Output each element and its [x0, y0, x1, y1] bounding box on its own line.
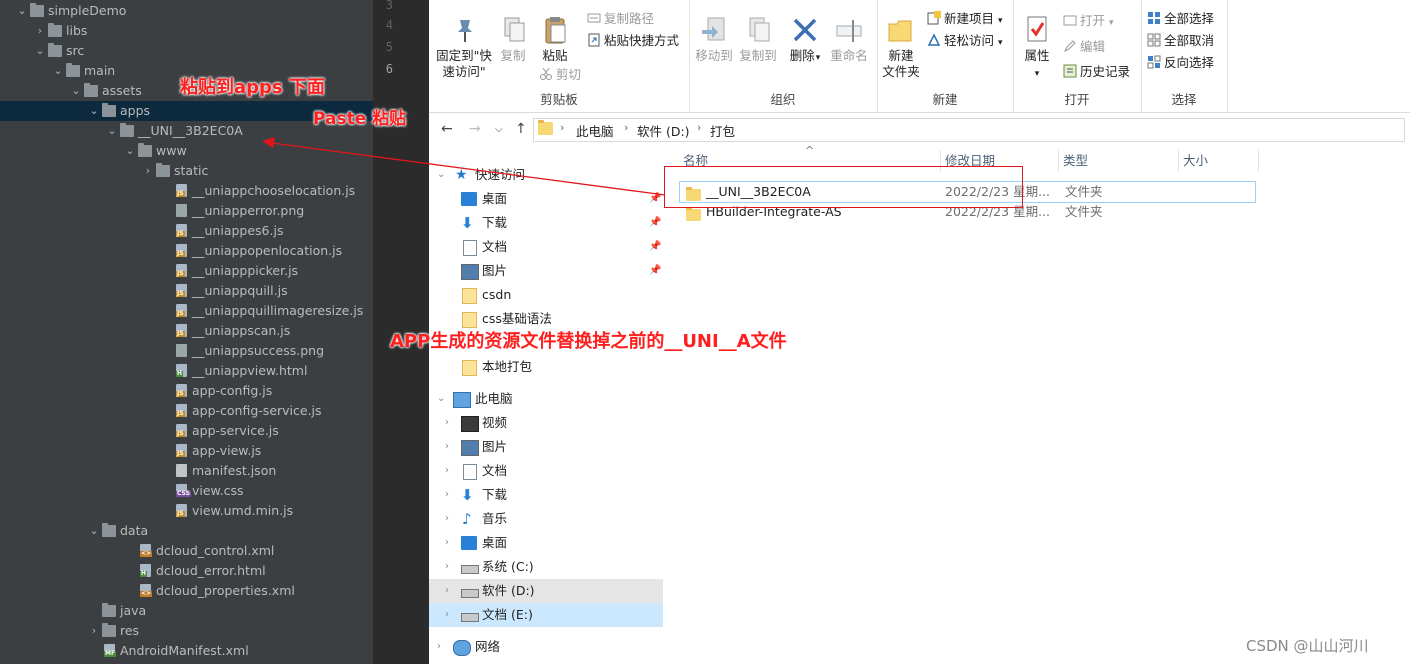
annotation-paste-under-apps: 粘贴到apps 下面 — [180, 77, 325, 98]
watermark: CSDN @山山河川 — [1246, 637, 1369, 655]
annotation-paste: Paste 粘贴 — [313, 109, 407, 129]
annotation-replace-note: APP生成的资源文件替换掉之前的__UNI__A文件 — [390, 331, 787, 352]
